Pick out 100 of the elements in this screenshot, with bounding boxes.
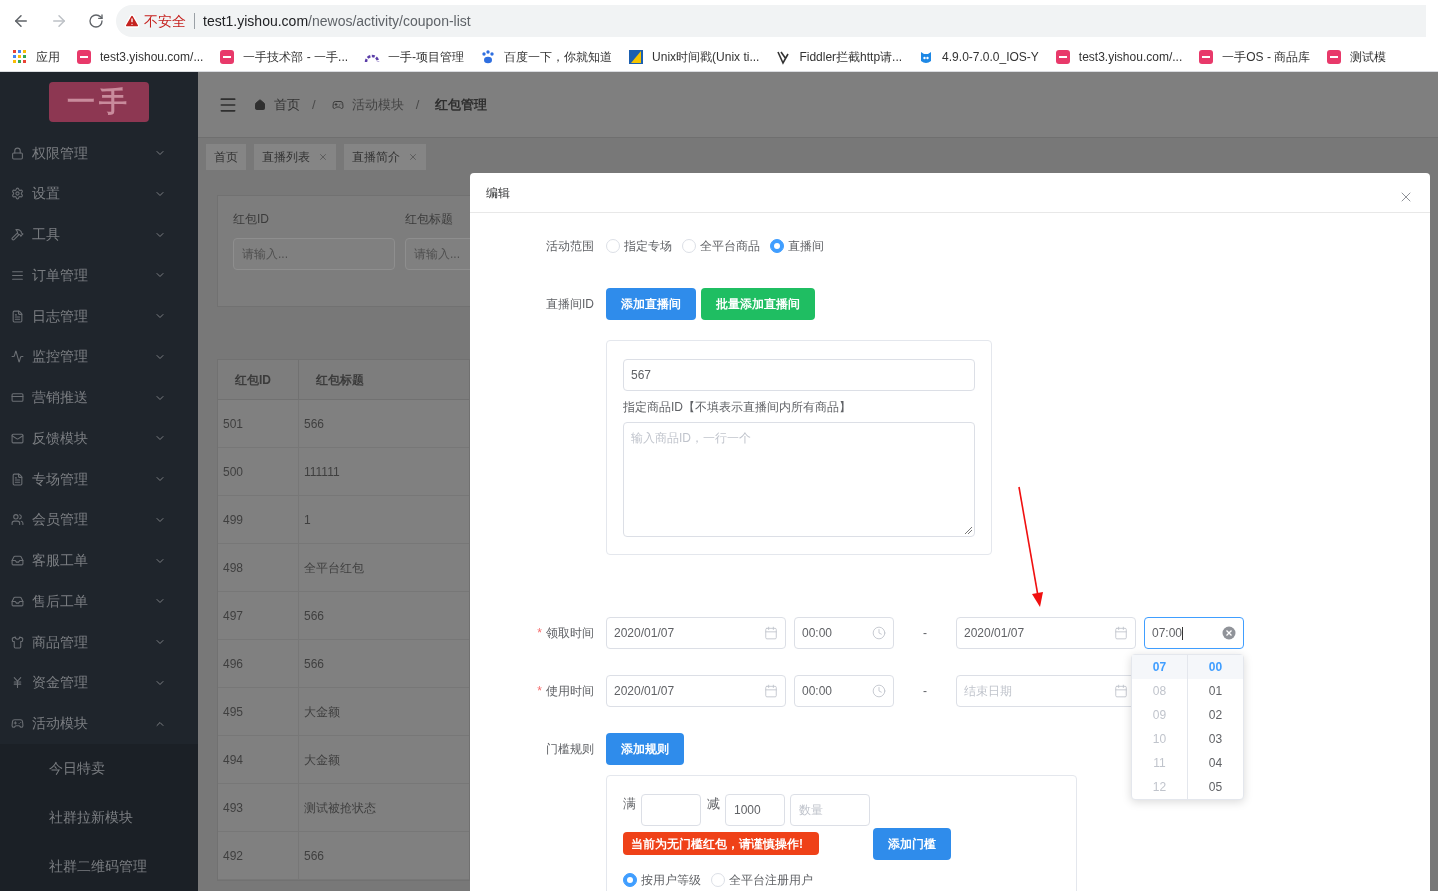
time-field[interactable]: 00:00 [794, 617, 894, 649]
radio-option[interactable]: 全平台商品 [682, 237, 760, 255]
field-placeholder: 结束日期 [964, 683, 1012, 700]
sidebar-item[interactable]: 反馈模块 [0, 417, 198, 459]
logo-icon [219, 48, 236, 65]
radio-option[interactable]: 全平台注册用户 [711, 871, 813, 889]
bookmark[interactable]: test3.yishou.com/... [76, 47, 204, 66]
time-option[interactable]: 05 [1188, 775, 1243, 799]
sidebar-item[interactable]: 商品管理 [0, 621, 198, 663]
add-threshold-button[interactable]: 添加门槛 [873, 828, 951, 860]
date-field[interactable]: 2020/01/07 [606, 675, 786, 707]
resize-handle-icon[interactable] [964, 526, 972, 534]
clear-icon[interactable] [1222, 626, 1236, 640]
logo-icon [76, 48, 92, 65]
date-field[interactable]: 2020/01/07 [956, 617, 1136, 649]
sidebar-item[interactable]: 订单管理 [0, 254, 198, 296]
field-value: 00:00 [802, 625, 833, 642]
time-field[interactable]: 07:00 [1144, 617, 1244, 649]
bookmark[interactable]: 一手技术部 - 一手... [219, 47, 349, 66]
form-label: 领取时间 [546, 625, 594, 642]
minus-label: 减 [707, 795, 720, 814]
submenu-item[interactable]: 今日特卖 [0, 743, 198, 793]
close-icon[interactable] [408, 151, 418, 162]
logo-icon [1198, 48, 1215, 65]
sidebar-item[interactable]: 资金管理 [0, 662, 198, 704]
sidebar-item[interactable]: 监控管理 [0, 336, 198, 378]
batch-add-button[interactable]: 批量添加直播间 [701, 288, 815, 320]
sidebar-item[interactable]: 售后工单 [0, 580, 198, 622]
calendar-icon [1114, 684, 1128, 698]
submenu-item[interactable]: 社群拉新模块 [0, 792, 198, 842]
sidebar-item[interactable]: 客服工单 [0, 540, 198, 581]
calendar-icon [764, 626, 778, 640]
full-amount-input[interactable] [641, 794, 701, 826]
submenu-item[interactable]: 社群二维码管理 [0, 841, 198, 891]
sidebar-item[interactable]: 专场管理 [0, 458, 198, 500]
page-tab[interactable]: 首页 [206, 143, 246, 170]
add-button[interactable]: 添加直播间 [606, 288, 696, 320]
hammer-icon [11, 228, 24, 241]
sidebar-label: 商品管理 [32, 632, 89, 652]
time-option[interactable]: 04 [1188, 751, 1243, 775]
sidebar-item[interactable]: 权限管理 [0, 132, 198, 174]
url-path: /newos/activity/coupon-list [308, 11, 471, 31]
bookmark[interactable]: 百度一下，你就知道 [480, 47, 613, 66]
calendar-icon [764, 684, 778, 698]
range-separator: - [922, 683, 928, 700]
page-tab[interactable]: 直播列表 [254, 143, 336, 170]
sidebar-item[interactable]: 工具 [0, 214, 198, 255]
room-id-input[interactable]: 567 [623, 359, 975, 391]
minus-amount-input[interactable]: 1000 [725, 794, 785, 826]
table-cell-text: 566 [303, 655, 326, 673]
sidebar-item[interactable]: 设置 [0, 173, 198, 215]
back-icon[interactable] [12, 12, 30, 30]
radio-option[interactable]: 直播间 [770, 237, 824, 255]
lock-icon [11, 146, 24, 160]
sidebar-label: 设置 [32, 184, 61, 204]
reload-icon[interactable] [88, 13, 104, 29]
breadcrumb-item[interactable]: 首页 [274, 94, 300, 115]
time-option[interactable]: 03 [1188, 727, 1243, 751]
add-rule-button[interactable]: 添加规则 [606, 733, 684, 765]
sidebar-label: 售后工单 [32, 591, 89, 611]
bookmark[interactable]: test3.yishou.com/... [1054, 47, 1183, 66]
sidebar-item[interactable]: 营销推送 [0, 377, 198, 418]
bookmark[interactable]: 4.9.0-7.0.0_IOS-Y [918, 47, 1039, 66]
bookmark[interactable]: 一手OS - 商品库 [1198, 47, 1311, 66]
filter-label: 红包ID [233, 211, 270, 228]
close-icon[interactable] [318, 151, 328, 162]
clock-icon [872, 626, 886, 640]
address-bar[interactable]: 不安全 test1.yishou.com/newos/activity/coupon-list [116, 5, 1426, 37]
bookmark[interactable]: Unix时间戳(Unix ti... [628, 47, 760, 66]
time-option[interactable]: 00 [1188, 655, 1243, 679]
radio-option[interactable]: 指定专场 [606, 237, 672, 255]
dialog-title: 编辑 [486, 184, 510, 202]
sidebar-label: 客服工单 [32, 551, 89, 570]
full-label: 满 [623, 795, 636, 814]
document-icon [11, 472, 24, 486]
table-cell: 496 [218, 640, 299, 687]
table-cell-text: 566 [303, 415, 326, 433]
time-field[interactable]: 00:00 [794, 675, 894, 707]
date-field[interactable]: 2020/01/07 [606, 617, 786, 649]
radio-option[interactable]: 按用户等级 [623, 871, 701, 889]
gamepad-icon [11, 717, 24, 730]
radio-label: 全平台注册用户 [729, 872, 813, 889]
time-option[interactable]: 01 [1188, 679, 1243, 703]
radio-label: 指定专场 [624, 238, 672, 255]
page-tab[interactable]: 直播简介 [344, 143, 426, 170]
table-cell-text: 566 [303, 607, 326, 625]
time-option[interactable]: 02 [1188, 703, 1243, 727]
bookmark[interactable]: 一手-项目管理 [364, 47, 465, 66]
field-value: 07:00 [1152, 625, 1184, 642]
table-cell: 498 [218, 544, 299, 591]
breadcrumb-item[interactable]: 活动模块 [351, 94, 404, 115]
yen-icon [11, 676, 24, 690]
bookmark[interactable]: 应用 [12, 47, 60, 66]
sidebar-item[interactable]: 日志管理 [0, 295, 198, 337]
sidebar-item[interactable]: 会员管理 [0, 499, 198, 541]
time-option[interactable]: 07 [1132, 655, 1187, 679]
form-label: 直播间ID [545, 296, 595, 313]
bookmark[interactable]: 测试模 [1326, 47, 1387, 66]
forward-icon[interactable] [50, 12, 68, 30]
bookmark[interactable]: Fiddler拦截http请... [775, 47, 903, 66]
